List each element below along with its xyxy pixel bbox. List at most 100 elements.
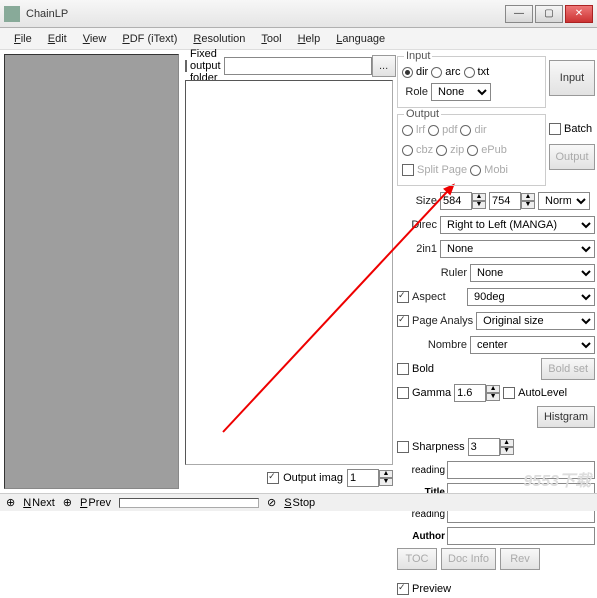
histgram-button[interactable]: Histgram	[537, 406, 595, 428]
ruler-label: Ruler	[397, 267, 467, 279]
batch-label: Batch	[564, 123, 592, 135]
next-button[interactable]: NNext	[23, 497, 55, 509]
menu-resolution[interactable]: Resolution	[185, 31, 253, 47]
maximize-button[interactable]: ▢	[535, 5, 563, 23]
radio-lrf[interactable]	[402, 125, 413, 136]
output-imag-spinner[interactable]: ▲▼	[347, 469, 393, 487]
stop-button[interactable]: SStop	[284, 497, 315, 509]
input-button[interactable]: Input	[549, 60, 595, 96]
aspect-label: Aspect	[412, 291, 464, 303]
2in1-label: 2in1	[397, 243, 437, 255]
toc-button[interactable]: TOC	[397, 548, 437, 570]
main-area: Fixed output folder ... Output imag ▲▼ I…	[0, 50, 597, 493]
nombre-label: Nombre	[397, 339, 467, 351]
reading1-field[interactable]	[447, 461, 595, 479]
prev-icon[interactable]: ⊕	[63, 496, 72, 509]
statusbar: ⊕ NNext ⊕ PPrev ⊘ SStop	[0, 493, 597, 511]
size-h-spinner[interactable]: ▲▼	[489, 192, 535, 210]
close-button[interactable]: ✕	[565, 5, 593, 23]
reading1-label: reading	[397, 465, 445, 476]
split-page-checkbox[interactable]	[402, 164, 414, 176]
sharpness-label: Sharpness	[412, 441, 465, 453]
size-h[interactable]	[489, 192, 521, 210]
prev-button[interactable]: PPrev	[80, 497, 111, 509]
batch-checkbox[interactable]	[549, 123, 561, 135]
file-list[interactable]	[185, 80, 393, 465]
menu-edit[interactable]: Edit	[40, 31, 75, 47]
spin-down[interactable]: ▼	[379, 478, 393, 486]
sharpness-value[interactable]	[468, 438, 500, 456]
radio-outdir[interactable]	[460, 125, 471, 136]
output-legend: Output	[404, 108, 441, 120]
direc-label: Direc	[397, 219, 437, 231]
rev-button[interactable]: Rev	[500, 548, 540, 570]
gamma-value[interactable]	[454, 384, 486, 402]
output-group: Output lrf pdf dir cbz zip ePub Split Pa…	[397, 114, 546, 186]
sharpness-checkbox[interactable]	[397, 441, 409, 453]
bold-set-button[interactable]: Bold set	[541, 358, 595, 380]
radio-dir[interactable]	[402, 67, 413, 78]
menu-language[interactable]: Language	[328, 31, 393, 47]
fixed-output-checkbox[interactable]	[185, 60, 187, 72]
radio-epub[interactable]	[467, 145, 478, 156]
titlebar: ChainLP — ▢ ✕	[0, 0, 597, 28]
direc-select[interactable]: Right to Left (MANGA)	[440, 216, 595, 234]
progress-bar	[119, 498, 259, 508]
fixed-output-field[interactable]	[224, 57, 372, 75]
radio-cbz[interactable]	[402, 145, 413, 156]
menu-help[interactable]: Help	[290, 31, 329, 47]
aspect-select[interactable]: 90deg	[467, 288, 595, 306]
radio-txt[interactable]	[464, 67, 475, 78]
bold-checkbox[interactable]	[397, 363, 409, 375]
author-field[interactable]	[447, 527, 595, 545]
ruler-select[interactable]: None	[470, 264, 595, 282]
window-title: ChainLP	[26, 8, 503, 20]
size-w-spinner[interactable]: ▲▼	[440, 192, 486, 210]
docinfo-button[interactable]: Doc Info	[441, 548, 496, 570]
output-button[interactable]: Output	[549, 144, 595, 170]
role-select[interactable]: None	[431, 83, 491, 101]
minimize-button[interactable]: —	[505, 5, 533, 23]
center-pane: Fixed output folder ... Output imag ▲▼	[183, 54, 395, 489]
radio-arc[interactable]	[431, 67, 442, 78]
preview-pane[interactable]	[4, 54, 179, 489]
bold-label: Bold	[412, 363, 538, 375]
radio-pdf[interactable]	[428, 125, 439, 136]
expand-icon[interactable]: ⊕	[6, 496, 15, 509]
size-mode[interactable]: Normal	[538, 192, 590, 210]
role-label: Role	[402, 86, 428, 98]
spin-up[interactable]: ▲	[379, 470, 393, 478]
autolevel-checkbox[interactable]	[503, 387, 515, 399]
gamma-label: Gamma	[412, 387, 451, 399]
output-imag-checkbox[interactable]	[267, 472, 279, 484]
preview-label: Preview	[412, 583, 451, 595]
aspect-checkbox[interactable]	[397, 291, 409, 303]
nombre-select[interactable]: center	[470, 336, 595, 354]
page-analys-checkbox[interactable]	[397, 315, 409, 327]
preview-checkbox[interactable]	[397, 583, 409, 595]
page-analys-select[interactable]: Original size	[476, 312, 595, 330]
radio-mobi[interactable]	[470, 165, 481, 176]
output-imag-label: Output imag	[283, 472, 343, 484]
input-legend: Input	[404, 50, 432, 62]
menu-file[interactable]: File	[6, 31, 40, 47]
size-label: Size	[397, 195, 437, 207]
author-label: Author	[397, 531, 445, 542]
gamma-checkbox[interactable]	[397, 387, 409, 399]
radio-zip[interactable]	[436, 145, 447, 156]
menu-tool[interactable]: Tool	[253, 31, 289, 47]
page-analys-label: Page Analys	[412, 315, 473, 327]
menubar: File Edit View PDF (iText) Resolution To…	[0, 28, 597, 50]
menu-view[interactable]: View	[75, 31, 115, 47]
app-icon	[4, 6, 20, 22]
browse-button[interactable]: ...	[372, 55, 396, 77]
2in1-select[interactable]: None	[440, 240, 595, 258]
input-group: Input dir arc txt Role None	[397, 56, 546, 108]
right-panel: Input dir arc txt Role None Input Output…	[395, 50, 597, 493]
output-imag-value[interactable]	[347, 469, 379, 487]
size-w[interactable]	[440, 192, 472, 210]
menu-pdf[interactable]: PDF (iText)	[114, 31, 185, 47]
autolevel-label: AutoLevel	[518, 387, 567, 399]
fixed-output-label: Fixed output folder	[190, 48, 221, 84]
stop-icon[interactable]: ⊘	[267, 496, 276, 509]
